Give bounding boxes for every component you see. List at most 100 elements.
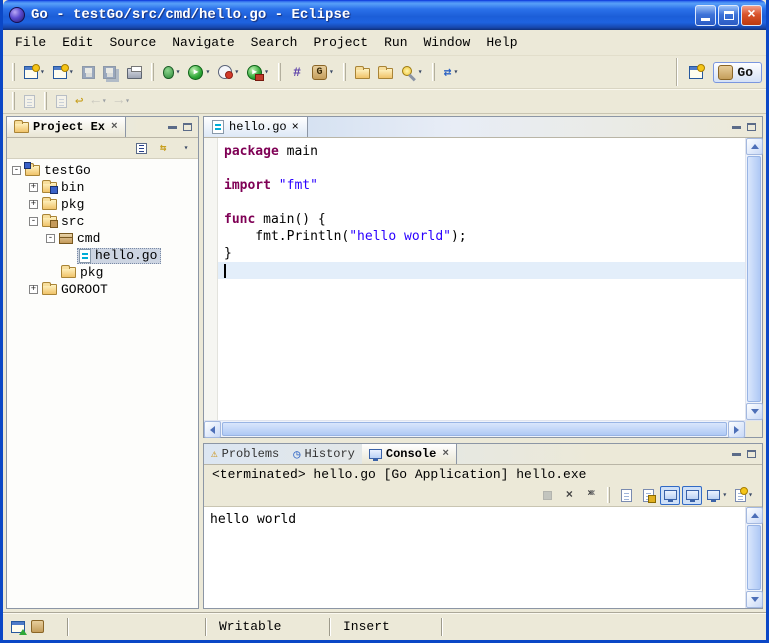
- dropdown-arrow-icon[interactable]: ▾: [69, 67, 74, 77]
- back-button[interactable]: ←▾: [88, 89, 109, 113]
- close-view-icon[interactable]: ×: [111, 121, 118, 133]
- editor-horizontal-scrollbar[interactable]: [204, 420, 745, 437]
- save-button[interactable]: [79, 60, 98, 84]
- scroll-down-button[interactable]: [746, 403, 763, 420]
- dropdown-arrow-icon[interactable]: ▾: [40, 67, 45, 77]
- dropdown-arrow-icon[interactable]: ▾: [125, 96, 130, 106]
- tab-problems[interactable]: ⚠ Problems: [204, 444, 286, 464]
- dropdown-arrow-icon[interactable]: ▾: [102, 96, 107, 106]
- remove-launch-button[interactable]: ×: [559, 486, 579, 505]
- titlebar[interactable]: Go - testGo/src/cmd/hello.go - Eclipse ×: [3, 0, 766, 30]
- tab-hello-go[interactable]: hello.go ×: [204, 117, 308, 137]
- minimize-editor-icon[interactable]: [732, 126, 741, 129]
- goclipse-status-icon[interactable]: [31, 620, 44, 633]
- collapse-expander-icon[interactable]: -: [29, 217, 38, 226]
- editor-vertical-scrollbar[interactable]: [745, 138, 762, 420]
- team-sync-button[interactable]: ⇄▾: [441, 60, 462, 84]
- profile-button[interactable]: ▾: [215, 60, 242, 84]
- dropdown-arrow-icon[interactable]: ▾: [264, 67, 269, 77]
- tree-item-src-pkg[interactable]: pkg: [7, 264, 198, 281]
- menu-edit[interactable]: Edit: [54, 32, 101, 53]
- scroll-up-button[interactable]: [746, 138, 763, 155]
- toolbar-grip[interactable]: [151, 63, 154, 81]
- tab-history[interactable]: ◷ History: [286, 444, 362, 464]
- tree-item-pkg[interactable]: + pkg: [7, 196, 198, 213]
- link-with-editor-button[interactable]: ⇆: [154, 140, 172, 157]
- maximize-button[interactable]: [718, 5, 739, 26]
- show-console-on-output-button[interactable]: [682, 486, 702, 505]
- goclipse-button[interactable]: G▾: [309, 60, 337, 84]
- tree-item-bin[interactable]: + bin: [7, 179, 198, 196]
- last-edit-location-button[interactable]: ↩: [72, 89, 86, 113]
- close-editor-icon[interactable]: ×: [292, 120, 299, 134]
- menu-help[interactable]: Help: [478, 32, 525, 53]
- external-tools-button[interactable]: ▶▾: [244, 60, 272, 84]
- terminate-button[interactable]: [537, 486, 557, 505]
- scroll-lock-button[interactable]: [638, 486, 658, 505]
- scroll-left-button[interactable]: [204, 421, 221, 438]
- menu-search[interactable]: Search: [243, 32, 306, 53]
- dropdown-arrow-icon[interactable]: ▾: [722, 490, 727, 500]
- save-all-button[interactable]: [100, 60, 122, 84]
- scrollbar-thumb[interactable]: [747, 525, 761, 590]
- scrollbar-thumb[interactable]: [222, 422, 727, 436]
- pin-console-button[interactable]: [660, 486, 680, 505]
- menu-source[interactable]: Source: [101, 32, 164, 53]
- minimize-button[interactable]: [695, 5, 716, 26]
- expand-expander-icon[interactable]: +: [29, 200, 38, 209]
- debug-button[interactable]: ▾: [160, 60, 184, 84]
- dropdown-arrow-icon[interactable]: ▾: [234, 67, 239, 77]
- scroll-up-button[interactable]: [746, 507, 763, 524]
- console-vertical-scrollbar[interactable]: [745, 507, 762, 608]
- dropdown-arrow-icon[interactable]: ▾: [418, 67, 423, 77]
- code-area[interactable]: package main import "fmt" func main() { …: [218, 138, 745, 420]
- menu-window[interactable]: Window: [416, 32, 479, 53]
- tab-console[interactable]: Console ×: [362, 444, 457, 464]
- scroll-right-button[interactable]: [728, 421, 745, 438]
- tree-item-src[interactable]: - src: [7, 213, 198, 230]
- tree-item-goroot[interactable]: + GOROOT: [7, 281, 198, 298]
- open-perspective-button[interactable]: [686, 60, 706, 84]
- toolbar-grip[interactable]: [343, 63, 346, 81]
- menu-run[interactable]: Run: [376, 32, 415, 53]
- print-button[interactable]: [124, 60, 145, 84]
- maximize-editor-icon[interactable]: [747, 123, 756, 131]
- dropdown-arrow-icon[interactable]: ▾: [748, 490, 753, 500]
- remove-all-launches-button[interactable]: ××: [581, 486, 601, 505]
- toolbar-grip[interactable]: [44, 92, 47, 110]
- previous-annotation-button[interactable]: [53, 89, 70, 113]
- scrollbar-thumb[interactable]: [747, 156, 761, 402]
- close-button[interactable]: ×: [741, 5, 762, 26]
- toolbar-grip[interactable]: [12, 63, 15, 81]
- minimize-view-icon[interactable]: [168, 126, 177, 129]
- maximize-view-icon[interactable]: [747, 450, 756, 458]
- menu-navigate[interactable]: Navigate: [164, 32, 242, 53]
- maximize-view-icon[interactable]: [183, 123, 192, 131]
- view-menu-button[interactable]: ▾: [176, 140, 194, 157]
- console-output[interactable]: hello world: [204, 507, 745, 608]
- toolbar-grip[interactable]: [12, 92, 15, 110]
- run-button[interactable]: ▶▾: [185, 60, 213, 84]
- annotation-ruler[interactable]: [204, 138, 218, 420]
- collapse-expander-icon[interactable]: -: [46, 234, 55, 243]
- fast-view-icon[interactable]: [11, 621, 25, 633]
- expand-expander-icon[interactable]: +: [29, 285, 38, 294]
- close-view-icon[interactable]: ×: [442, 448, 449, 460]
- collapse-all-button[interactable]: [132, 140, 150, 157]
- tab-project-explorer[interactable]: Project Ex ×: [7, 117, 126, 137]
- scroll-down-button[interactable]: [746, 591, 763, 608]
- tree-item-testgo[interactable]: - testGo: [7, 162, 198, 179]
- dropdown-arrow-icon[interactable]: ▾: [205, 67, 210, 77]
- open-console-button[interactable]: ▾: [732, 486, 756, 505]
- new-go-element-button[interactable]: ▾: [50, 60, 77, 84]
- open-resource-button[interactable]: [352, 60, 373, 84]
- minimize-view-icon[interactable]: [732, 453, 741, 456]
- dropdown-arrow-icon[interactable]: ▾: [176, 67, 181, 77]
- collapse-expander-icon[interactable]: -: [12, 166, 21, 175]
- forward-button[interactable]: →▾: [112, 89, 133, 113]
- new-go-package-button[interactable]: #: [287, 60, 307, 84]
- go-perspective-button[interactable]: Go: [713, 62, 762, 83]
- tree-item-cmd[interactable]: - cmd: [7, 230, 198, 247]
- dropdown-arrow-icon[interactable]: ▾: [453, 67, 458, 77]
- toolbar-grip[interactable]: [432, 63, 435, 81]
